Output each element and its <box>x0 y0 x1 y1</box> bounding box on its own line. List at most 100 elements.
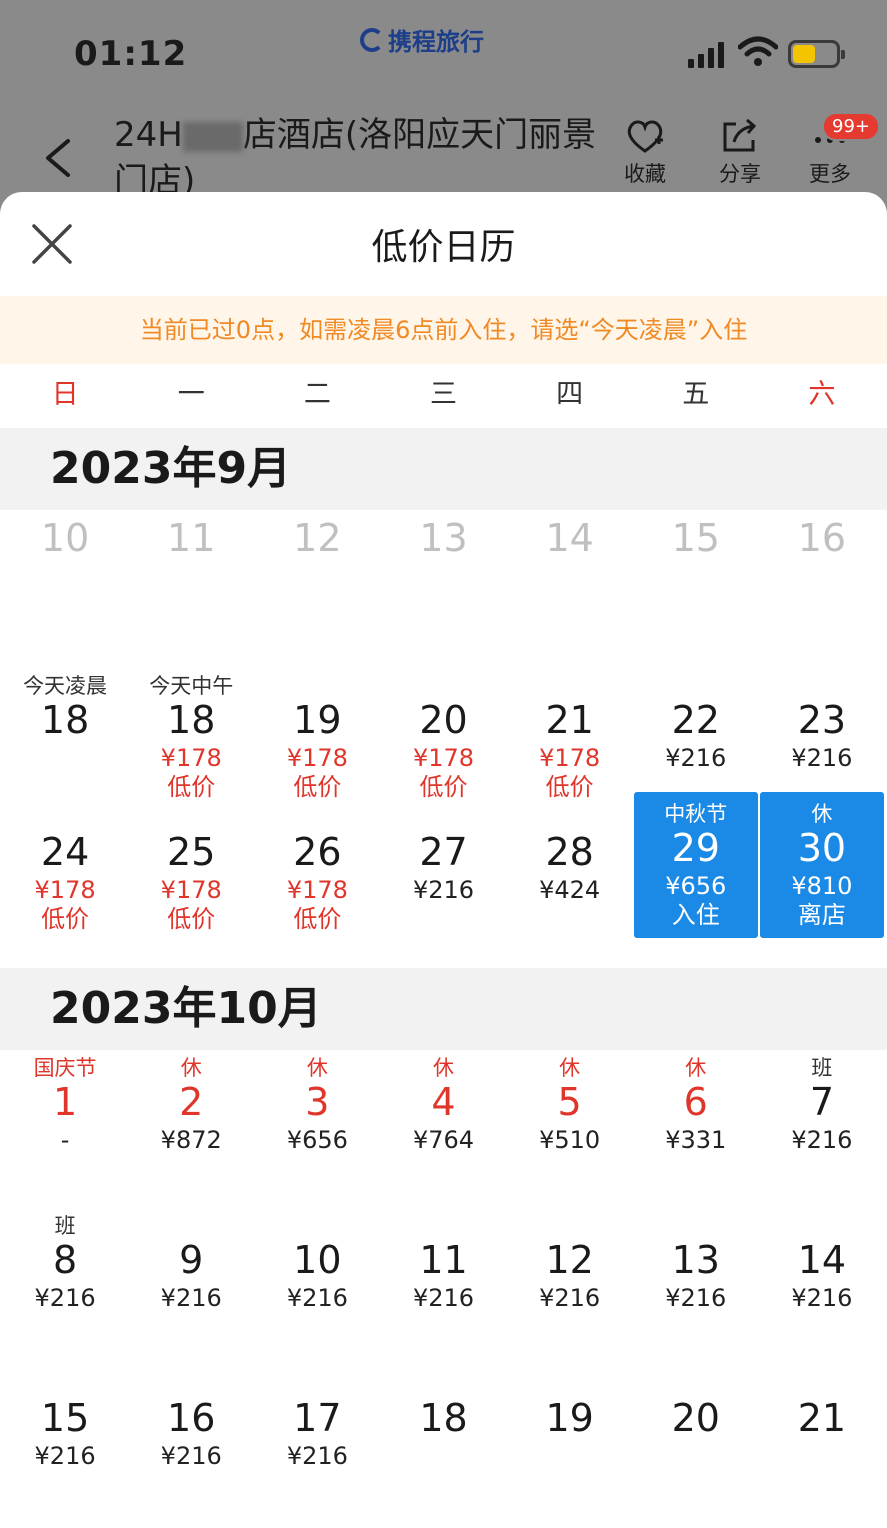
more-label: 更多 <box>809 162 851 186</box>
day-number: 18 <box>40 698 90 742</box>
calendar-day[interactable]: 20 ¥178 低价 <box>381 664 505 814</box>
calendar-day[interactable]: 20 <box>634 1362 758 1512</box>
day-tag: 班 <box>811 1056 833 1080</box>
calendar-day[interactable]: 休 3 ¥656 <box>255 1046 379 1196</box>
day-price: ¥216 <box>791 1284 853 1312</box>
calendar-day[interactable]: 13 ¥216 <box>634 1204 758 1354</box>
share-button[interactable]: 分享 <box>705 118 775 188</box>
day-price: ¥178 <box>34 876 96 904</box>
battery-icon <box>788 40 845 68</box>
calendar-day[interactable]: 25 ¥178 低价 <box>129 796 253 946</box>
brand-icon <box>360 27 384 52</box>
day-price: ¥178 <box>412 744 475 772</box>
calendar-day-disabled: 13 <box>381 506 505 656</box>
day-price: ¥216 <box>160 1284 222 1312</box>
day-number: 16 <box>167 1396 216 1440</box>
weekday-mon: 一 <box>177 379 205 410</box>
calendar-day[interactable]: 休 6 ¥331 <box>634 1046 758 1196</box>
calendar-day[interactable]: 15 ¥216 <box>3 1362 127 1512</box>
checkin-checkout-label: 入住 <box>671 901 720 929</box>
calendar-day[interactable]: 今天中午 18 ¥178 低价 <box>129 664 253 814</box>
day-price: ¥216 <box>791 1126 853 1154</box>
calendar-day-selected[interactable]: 休 30 ¥810 离店 <box>759 792 884 938</box>
calendar-day-selected[interactable]: 中秋节 29 ¥656 入住 <box>633 792 758 938</box>
day-number: 10 <box>40 516 90 560</box>
day-price: ¥216 <box>34 1284 96 1312</box>
calendar-day[interactable]: 21 <box>760 1362 884 1512</box>
day-price: ¥216 <box>412 876 475 904</box>
weekday-wed: 三 <box>429 379 457 410</box>
calendar-day[interactable]: 班 8 ¥216 <box>3 1204 127 1354</box>
calendar-day[interactable]: 19 <box>508 1362 632 1512</box>
low-price-label: 低价 <box>41 905 90 933</box>
calendar-day[interactable]: 10 ¥216 <box>255 1204 379 1354</box>
day-price: ¥178 <box>160 876 222 904</box>
calendar-day[interactable]: 国庆节 1- <box>3 1046 127 1196</box>
calendar-day[interactable]: 16 ¥216 <box>129 1362 253 1512</box>
notice-banner: 当前已过0点，如需凌晨6点前入住，请选“今天凌晨”入住 <box>0 296 887 364</box>
day-number: 20 <box>671 1396 720 1440</box>
day-number: 1 <box>52 1080 78 1124</box>
calendar-day[interactable]: 27 ¥216 <box>381 796 505 946</box>
low-price-label: 低价 <box>293 905 342 933</box>
calendar-day[interactable]: 休 2 ¥872 <box>129 1046 253 1196</box>
day-price: - <box>60 1126 70 1154</box>
day-price: ¥216 <box>539 1284 601 1312</box>
calendar-day-disabled: 16 <box>760 506 884 656</box>
month-header: 2023年10月 <box>0 968 887 1050</box>
calendar-day[interactable]: 19 ¥178 低价 <box>255 664 379 814</box>
day-number: 4 <box>431 1080 456 1124</box>
day-number: 2 <box>179 1080 204 1124</box>
calendar-day[interactable]: 17 ¥216 <box>255 1362 379 1512</box>
day-price: ¥178 <box>539 744 601 772</box>
day-number: 12 <box>545 1238 594 1282</box>
day-number: 26 <box>293 830 342 874</box>
calendar-day[interactable]: 今天凌晨 18 <box>3 664 127 814</box>
day-price: ¥216 <box>665 1284 727 1312</box>
day-number: 14 <box>797 1238 847 1282</box>
sheet-title: 低价日历 <box>371 227 516 268</box>
hotel-name: 24H 店酒店(洛阳应天门丽景门店) <box>114 112 604 192</box>
day-price: ¥216 <box>160 1442 222 1470</box>
signal-icon <box>688 40 724 68</box>
day-price: ¥331 <box>665 1126 727 1154</box>
calendar-day[interactable]: 12 ¥216 <box>508 1204 632 1354</box>
back-arrow-icon[interactable] <box>40 138 76 178</box>
calendar-day[interactable]: 26 ¥178 低价 <box>255 796 379 946</box>
day-number: 7 <box>809 1080 834 1124</box>
calendar-day[interactable]: 11 ¥216 <box>381 1204 505 1354</box>
calendar-day[interactable]: 9 ¥216 <box>129 1204 253 1354</box>
calendar-day[interactable]: 28 ¥424 <box>508 796 632 946</box>
day-price: ¥216 <box>412 1284 475 1312</box>
day-number: 11 <box>419 1238 468 1282</box>
day-number: 15 <box>671 516 720 560</box>
calendar-day[interactable]: 21 ¥178 低价 <box>508 664 632 814</box>
day-number: 11 <box>167 516 216 560</box>
day-number: 25 <box>167 830 216 874</box>
calendar-week-row: 10 11 12 13 14 15 16 <box>2 506 885 656</box>
day-number: 24 <box>40 830 90 874</box>
calendar-day[interactable]: 18 <box>381 1362 505 1512</box>
favorite-button[interactable]: 收藏 <box>610 118 680 188</box>
day-number: 14 <box>545 516 594 560</box>
calendar-day[interactable]: 24 ¥178 低价 <box>3 796 127 946</box>
calendar-day[interactable]: 班 7 ¥216 <box>760 1046 884 1196</box>
calendar-day[interactable]: 休 5 ¥510 <box>508 1046 632 1196</box>
day-price: ¥216 <box>286 1284 348 1312</box>
notification-badge: 99+ <box>822 112 880 141</box>
heart-icon <box>627 120 663 153</box>
calendar-day[interactable]: 14 ¥216 <box>760 1204 884 1354</box>
day-number: 13 <box>419 516 468 560</box>
day-tag: 班 <box>54 1214 76 1238</box>
day-tag: 今天凌晨 <box>23 674 108 698</box>
day-tag: 今天中午 <box>149 674 234 698</box>
calendar-day[interactable]: 休 4 ¥764 <box>381 1046 505 1196</box>
day-number: 13 <box>671 1238 720 1282</box>
day-number: 15 <box>40 1396 90 1440</box>
day-number: 6 <box>683 1080 708 1124</box>
redacted-text <box>182 121 243 152</box>
calendar-week-row: 班 8 ¥216 9 ¥216 10 ¥216 11 ¥216 12 ¥216 13 ¥216 14 ¥21… <box>2 1204 885 1354</box>
day-number: 29 <box>671 826 720 870</box>
calendar-day-disabled: 11 <box>129 506 253 656</box>
day-price: ¥216 <box>34 1442 96 1470</box>
